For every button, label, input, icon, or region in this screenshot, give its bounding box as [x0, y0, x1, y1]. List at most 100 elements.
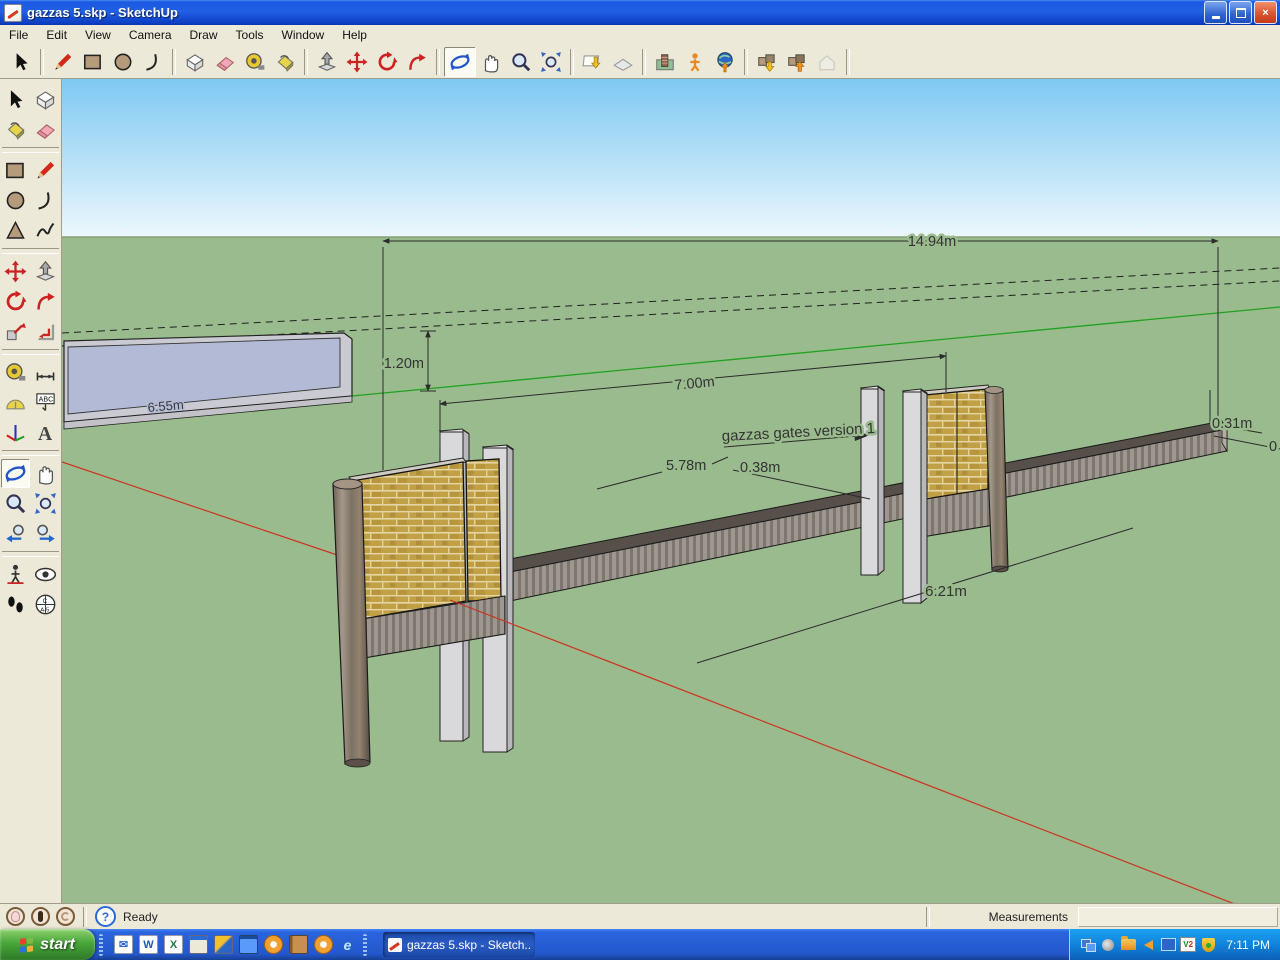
- right-span-dim[interactable]: 6.21m: [925, 583, 967, 600]
- paint-bucket-tool-button[interactable]: [270, 48, 300, 76]
- display-tray-icon[interactable]: [1160, 937, 1176, 953]
- menu-help[interactable]: Help: [333, 26, 376, 44]
- word-icon[interactable]: W: [139, 935, 158, 954]
- axes-tool[interactable]: [1, 418, 30, 447]
- tray-clock[interactable]: 7:11 PM: [1226, 938, 1270, 952]
- rotate-tool-button[interactable]: [372, 48, 402, 76]
- left-span-dim[interactable]: 5.78m: [666, 458, 706, 474]
- minimize-button[interactable]: [1204, 1, 1227, 24]
- next-view-tool[interactable]: [31, 519, 60, 548]
- rectangle-tool[interactable]: [1, 156, 30, 185]
- google-earth-button[interactable]: [710, 48, 740, 76]
- clipped-dim[interactable]: 0: [1269, 439, 1277, 455]
- restore-button[interactable]: [1229, 1, 1252, 24]
- line-tool[interactable]: [31, 156, 60, 185]
- left-brick-wall[interactable]: [352, 459, 501, 620]
- network-tray-icon[interactable]: [1080, 937, 1096, 953]
- menu-camera[interactable]: Camera: [120, 26, 181, 44]
- circle-tool[interactable]: [1, 186, 30, 215]
- total-width-dim[interactable]: 14.94m: [908, 234, 956, 250]
- eraser-tool-button[interactable]: [210, 48, 240, 76]
- quick-launch-handle[interactable]: [363, 934, 367, 956]
- orbit-tool-button[interactable]: [444, 47, 476, 77]
- picture-viewer-icon[interactable]: [214, 935, 233, 954]
- eraser-tool[interactable]: [31, 115, 60, 144]
- v2-tray-icon[interactable]: V2: [1180, 937, 1196, 953]
- arc-tool-button[interactable]: [138, 48, 168, 76]
- get-current-view-button[interactable]: [578, 48, 608, 76]
- position-camera-tool[interactable]: [1, 560, 30, 589]
- menu-file[interactable]: File: [0, 26, 37, 44]
- properties-icon[interactable]: [189, 935, 208, 954]
- menu-draw[interactable]: Draw: [181, 26, 227, 44]
- start-button[interactable]: start: [0, 929, 95, 960]
- right-brick-wall[interactable]: [925, 389, 988, 499]
- tape-measure-tool-button[interactable]: [240, 48, 270, 76]
- orbit-tool[interactable]: [1, 459, 30, 488]
- help-icon[interactable]: ?: [95, 906, 116, 927]
- menu-window[interactable]: Window: [273, 26, 334, 44]
- place-model-button[interactable]: [680, 48, 710, 76]
- push-pull-tool[interactable]: [31, 257, 60, 286]
- zoom-tool[interactable]: [1, 489, 30, 518]
- crescent-icon[interactable]: [56, 907, 75, 926]
- shield-tray-icon[interactable]: [1200, 937, 1216, 953]
- previous-view-tool[interactable]: [1, 519, 30, 548]
- menu-edit[interactable]: Edit: [37, 26, 76, 44]
- 3d-text-tool[interactable]: [31, 418, 60, 447]
- get-models-button[interactable]: [752, 48, 782, 76]
- audio-tray-icon[interactable]: [1100, 937, 1116, 953]
- protractor-tool[interactable]: [1, 388, 30, 417]
- clock-2-icon[interactable]: [314, 935, 333, 954]
- select-tool[interactable]: [1, 85, 30, 114]
- line-tool-button[interactable]: [48, 48, 78, 76]
- rail-height-dim[interactable]: 0.31m: [1212, 416, 1252, 432]
- house-button[interactable]: [812, 48, 842, 76]
- push-pull-tool-button[interactable]: [312, 48, 342, 76]
- zoom-extents-button[interactable]: [536, 48, 566, 76]
- bulb-icon[interactable]: [6, 907, 25, 926]
- scale-tool[interactable]: [1, 317, 30, 346]
- volume-tray-icon[interactable]: [1140, 937, 1156, 953]
- arc-tool[interactable]: [31, 186, 60, 215]
- move-tool-button[interactable]: [342, 48, 372, 76]
- share-model-button[interactable]: [782, 48, 812, 76]
- measurements-box[interactable]: [1078, 907, 1278, 927]
- menu-view[interactable]: View: [76, 26, 120, 44]
- menu-tools[interactable]: Tools: [227, 26, 273, 44]
- make-component-button[interactable]: [180, 48, 210, 76]
- address-book-icon[interactable]: [289, 935, 308, 954]
- zoom-tool-button[interactable]: [506, 48, 536, 76]
- model-viewport[interactable]: 6.55m: [62, 79, 1280, 903]
- close-button[interactable]: ×: [1254, 1, 1277, 24]
- viewport-canvas[interactable]: 6.55m: [62, 79, 1280, 903]
- title-bar[interactable]: gazzas 5.skp - SketchUp ×: [0, 0, 1280, 25]
- walk-tool[interactable]: [1, 590, 30, 619]
- internet-explorer-icon[interactable]: e: [339, 936, 356, 953]
- tape-measure-tool[interactable]: [1, 358, 30, 387]
- rectangle-tool-button[interactable]: [78, 48, 108, 76]
- section-plane-tool[interactable]: [31, 590, 60, 619]
- follow-me-tool[interactable]: [31, 287, 60, 316]
- clock-icon[interactable]: [264, 935, 283, 954]
- outlook-express-icon[interactable]: ✉: [114, 935, 133, 954]
- pan-tool[interactable]: [31, 459, 60, 488]
- window-icon[interactable]: [239, 935, 258, 954]
- excel-icon[interactable]: X: [164, 935, 183, 954]
- task-button-sketchup[interactable]: gazzas 5.skp - Sketch...: [383, 932, 535, 957]
- toggle-terrain-button[interactable]: [608, 48, 638, 76]
- dimension-tool[interactable]: [31, 358, 60, 387]
- drop-height-dim[interactable]: 1.20m: [384, 356, 424, 372]
- text-tool[interactable]: [31, 388, 60, 417]
- pan-tool-button[interactable]: [476, 48, 506, 76]
- folder-tray-icon[interactable]: [1120, 937, 1136, 953]
- freehand-tool[interactable]: [31, 216, 60, 245]
- offset-tool[interactable]: [31, 317, 60, 346]
- circle-tool-button[interactable]: [108, 48, 138, 76]
- quick-launch-handle[interactable]: [99, 934, 103, 956]
- paint-bucket-tool[interactable]: [1, 115, 30, 144]
- figure-icon[interactable]: [31, 907, 50, 926]
- panel-length-dim[interactable]: 6.55m: [147, 397, 184, 415]
- make-component-tool[interactable]: [31, 85, 60, 114]
- rail-offset-dim[interactable]: 0.38m: [740, 460, 780, 476]
